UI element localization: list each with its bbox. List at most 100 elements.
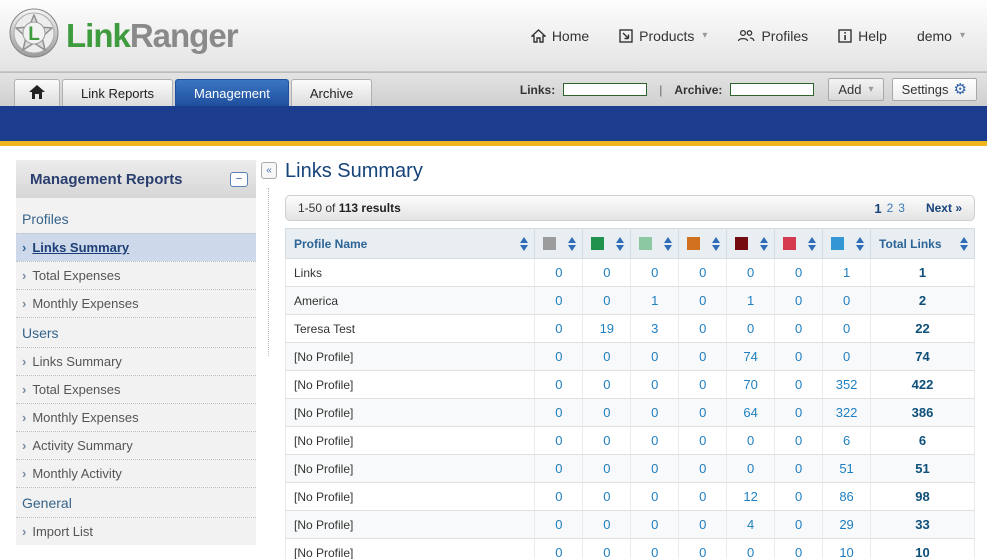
total-links-cell[interactable]: 2 bbox=[871, 287, 975, 315]
tab-management[interactable]: Management bbox=[175, 79, 289, 106]
link-count-cell[interactable]: 0 bbox=[535, 511, 583, 539]
link-count-cell[interactable]: 0 bbox=[775, 371, 823, 399]
nav-item-products[interactable]: Products▾ bbox=[619, 28, 707, 44]
link-count-cell[interactable]: 0 bbox=[679, 539, 727, 559]
link-count-cell[interactable]: 51 bbox=[823, 455, 871, 483]
sidebar-item-total-expenses[interactable]: ›Total Expenses bbox=[16, 375, 256, 403]
link-count-cell[interactable]: 0 bbox=[535, 427, 583, 455]
link-count-cell[interactable]: 6 bbox=[823, 427, 871, 455]
column-header-color-6[interactable] bbox=[775, 229, 823, 259]
link-count-cell[interactable]: 0 bbox=[631, 539, 679, 559]
link-count-cell[interactable]: 0 bbox=[583, 371, 631, 399]
link-count-cell[interactable]: 0 bbox=[631, 427, 679, 455]
link-count-cell[interactable]: 0 bbox=[679, 343, 727, 371]
total-links-cell[interactable]: 10 bbox=[871, 539, 975, 559]
link-count-cell[interactable]: 0 bbox=[631, 371, 679, 399]
link-count-cell[interactable]: 0 bbox=[823, 315, 871, 343]
sort-arrows[interactable] bbox=[566, 237, 578, 251]
link-count-cell[interactable]: 0 bbox=[775, 287, 823, 315]
link-count-cell[interactable]: 12 bbox=[727, 483, 775, 511]
link-count-cell[interactable]: 0 bbox=[727, 427, 775, 455]
link-count-cell[interactable]: 0 bbox=[679, 427, 727, 455]
nav-item-demo[interactable]: demo▾ bbox=[917, 28, 965, 44]
total-links-cell[interactable]: 1 bbox=[871, 259, 975, 287]
link-count-cell[interactable]: 322 bbox=[823, 399, 871, 427]
sidebar-item-monthly-expenses[interactable]: ›Monthly Expenses bbox=[16, 289, 256, 317]
link-count-cell[interactable]: 0 bbox=[631, 455, 679, 483]
link-count-cell[interactable]: 0 bbox=[775, 343, 823, 371]
sidebar-item-monthly-expenses[interactable]: ›Monthly Expenses bbox=[16, 403, 256, 431]
link-count-cell[interactable]: 0 bbox=[535, 455, 583, 483]
link-count-cell[interactable]: 0 bbox=[583, 343, 631, 371]
total-links-cell[interactable]: 51 bbox=[871, 455, 975, 483]
link-count-cell[interactable]: 1 bbox=[631, 287, 679, 315]
total-links-cell[interactable]: 386 bbox=[871, 399, 975, 427]
page-number-2[interactable]: 2 bbox=[887, 201, 894, 215]
link-count-cell[interactable]: 0 bbox=[775, 539, 823, 559]
link-count-cell[interactable]: 0 bbox=[535, 399, 583, 427]
nav-item-help[interactable]: Help bbox=[838, 28, 887, 44]
link-count-cell[interactable]: 0 bbox=[727, 455, 775, 483]
link-count-cell[interactable]: 0 bbox=[631, 343, 679, 371]
link-count-cell[interactable]: 352 bbox=[823, 371, 871, 399]
next-page-link[interactable]: Next » bbox=[926, 201, 962, 215]
sidebar-item-monthly-activity[interactable]: ›Monthly Activity bbox=[16, 459, 256, 487]
link-count-cell[interactable]: 0 bbox=[775, 427, 823, 455]
total-links-cell[interactable]: 98 bbox=[871, 483, 975, 511]
link-count-cell[interactable]: 1 bbox=[823, 259, 871, 287]
collapse-sidebar-icon[interactable]: « bbox=[261, 162, 277, 179]
link-count-cell[interactable]: 0 bbox=[535, 539, 583, 559]
link-count-cell[interactable]: 0 bbox=[535, 483, 583, 511]
app-logo[interactable]: L LinkRanger bbox=[8, 7, 238, 64]
sort-arrows[interactable] bbox=[662, 237, 674, 251]
link-count-cell[interactable]: 10 bbox=[823, 539, 871, 559]
link-count-cell[interactable]: 0 bbox=[775, 483, 823, 511]
link-count-cell[interactable]: 0 bbox=[535, 259, 583, 287]
link-count-cell[interactable]: 0 bbox=[583, 287, 631, 315]
total-links-cell[interactable]: 6 bbox=[871, 427, 975, 455]
total-links-cell[interactable]: 33 bbox=[871, 511, 975, 539]
link-count-cell[interactable]: 4 bbox=[727, 511, 775, 539]
link-count-cell[interactable]: 0 bbox=[775, 455, 823, 483]
link-count-cell[interactable]: 0 bbox=[775, 399, 823, 427]
nav-item-home[interactable]: Home bbox=[531, 28, 589, 44]
link-count-cell[interactable]: 0 bbox=[679, 399, 727, 427]
tab-archive[interactable]: Archive bbox=[291, 79, 372, 106]
column-header-color-3[interactable] bbox=[631, 229, 679, 259]
link-count-cell[interactable]: 0 bbox=[679, 287, 727, 315]
link-count-cell[interactable]: 0 bbox=[535, 287, 583, 315]
total-links-cell[interactable]: 422 bbox=[871, 371, 975, 399]
link-count-cell[interactable]: 0 bbox=[727, 315, 775, 343]
link-count-cell[interactable]: 0 bbox=[583, 427, 631, 455]
link-count-cell[interactable]: 0 bbox=[583, 511, 631, 539]
link-count-cell[interactable]: 0 bbox=[775, 259, 823, 287]
link-count-cell[interactable]: 0 bbox=[727, 539, 775, 559]
link-count-cell[interactable]: 0 bbox=[679, 259, 727, 287]
sidebar-item-total-expenses[interactable]: ›Total Expenses bbox=[16, 261, 256, 289]
link-count-cell[interactable]: 0 bbox=[631, 399, 679, 427]
sort-arrows[interactable] bbox=[710, 237, 722, 251]
link-count-cell[interactable]: 0 bbox=[583, 483, 631, 511]
link-count-cell[interactable]: 3 bbox=[631, 315, 679, 343]
minimize-panel-icon[interactable]: − bbox=[230, 172, 248, 187]
column-header-total-links[interactable]: Total Links bbox=[871, 229, 975, 259]
column-header-color-4[interactable] bbox=[679, 229, 727, 259]
sort-arrows[interactable] bbox=[854, 237, 866, 251]
link-count-cell[interactable]: 0 bbox=[631, 259, 679, 287]
sort-arrows[interactable] bbox=[518, 237, 530, 251]
link-count-cell[interactable]: 29 bbox=[823, 511, 871, 539]
link-count-cell[interactable]: 0 bbox=[583, 455, 631, 483]
page-number-1[interactable]: 1 bbox=[874, 201, 881, 216]
link-count-cell[interactable]: 0 bbox=[535, 371, 583, 399]
nav-item-profiles[interactable]: Profiles bbox=[737, 28, 808, 44]
tab-home[interactable] bbox=[14, 79, 60, 106]
link-count-cell[interactable]: 0 bbox=[823, 343, 871, 371]
total-links-cell[interactable]: 22 bbox=[871, 315, 975, 343]
link-count-cell[interactable]: 0 bbox=[631, 483, 679, 511]
sidebar-item-links-summary[interactable]: ›Links Summary bbox=[16, 347, 256, 375]
sort-arrows[interactable] bbox=[758, 237, 770, 251]
page-number-3[interactable]: 3 bbox=[898, 201, 905, 215]
column-header-color-1[interactable] bbox=[535, 229, 583, 259]
link-count-cell[interactable]: 1 bbox=[727, 287, 775, 315]
link-count-cell[interactable]: 0 bbox=[727, 259, 775, 287]
